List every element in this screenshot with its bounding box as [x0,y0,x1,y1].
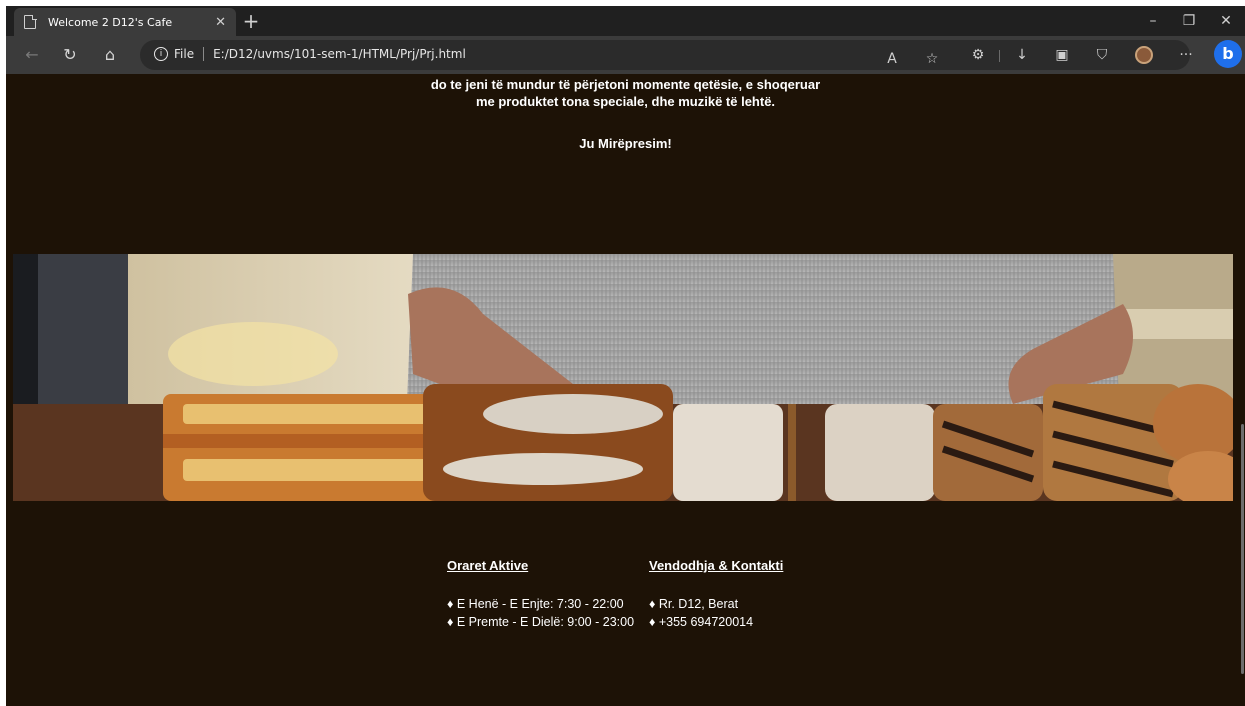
location-heading: Vendodhja & Kontakti [649,558,784,573]
address-item: ♦ Rr. D12, Berat [649,597,739,611]
tab-strip: Welcome 2 D12's Cafe ✕ + – ❐ ✕ [6,6,1245,36]
refresh-icon[interactable]: ↻ [58,44,82,66]
hours-item: ♦ E Premte - E Dielë: 9:00 - 23:00 [447,615,635,629]
minimize-button[interactable]: – [1138,10,1168,32]
downloads-icon[interactable]: ↓ [1010,44,1034,66]
restore-button[interactable]: ❐ [1174,10,1204,32]
url-text[interactable]: E:/D12/uvms/101-sem-1/HTML/Prj/Prj.html [213,47,466,61]
back-icon[interactable]: ← [20,44,44,66]
toolbar-divider [999,50,1000,62]
tab-close-icon[interactable]: ✕ [215,15,226,30]
location-section: Vendodhja & Kontakti ♦ Rr. D12, Berat ♦ … [649,558,783,631]
info-icon: i [154,47,168,61]
home-icon[interactable]: ⌂ [98,44,122,66]
url-separator [203,47,205,61]
intro-text: do te jeni të mundur të përjetoni moment… [6,76,1245,110]
page-viewport: do te jeni të mundur të përjetoni moment… [6,74,1245,706]
browser-window: Welcome 2 D12's Cafe ✕ + – ❐ ✕ ← ↻ ⌂ i F… [6,6,1245,706]
scrollbar[interactable] [1239,74,1245,706]
hours-heading: Oraret Aktive [447,558,529,573]
page-icon [24,14,37,29]
tab-title: Welcome 2 D12's Cafe [48,15,173,29]
address-toolbar: ← ↻ ⌂ i File E:/D12/uvms/101-sem-1/HTML/… [6,36,1245,74]
browser-essentials-icon[interactable]: ⛉ [1090,44,1114,66]
read-aloud-icon[interactable]: A [880,48,904,70]
hero-image [13,254,1233,501]
bing-icon[interactable]: b [1214,40,1242,68]
url-scheme-label: File [174,47,195,61]
collections-icon[interactable]: ▣ [1050,44,1074,66]
profile-avatar[interactable] [1135,46,1153,64]
phone-item: ♦ +355 694720014 [649,615,754,629]
favorite-icon[interactable]: ☆ [920,48,944,70]
close-window-button[interactable]: ✕ [1211,10,1241,32]
scrollbar-thumb[interactable] [1241,424,1244,674]
new-tab-button[interactable]: + [239,9,263,33]
extensions-icon[interactable]: ⚙ [966,44,990,66]
hours-section: Oraret Aktive ♦ E Henë - E Enjte: 7:30 -… [447,558,634,631]
tab-active[interactable]: Welcome 2 D12's Cafe ✕ [14,8,236,36]
intro-line-1: do te jeni të mundur të përjetoni moment… [430,77,821,92]
hours-item: ♦ E Henë - E Enjte: 7:30 - 22:00 [447,597,624,611]
more-icon[interactable]: ··· [1174,44,1198,66]
welcome-text: Ju Mirëpresim! [579,136,672,151]
site-info[interactable]: i File E:/D12/uvms/101-sem-1/HTML/Prj/Pr… [154,47,466,61]
intro-line-2: me produktet tona speciale, dhe muzikë t… [475,94,776,109]
